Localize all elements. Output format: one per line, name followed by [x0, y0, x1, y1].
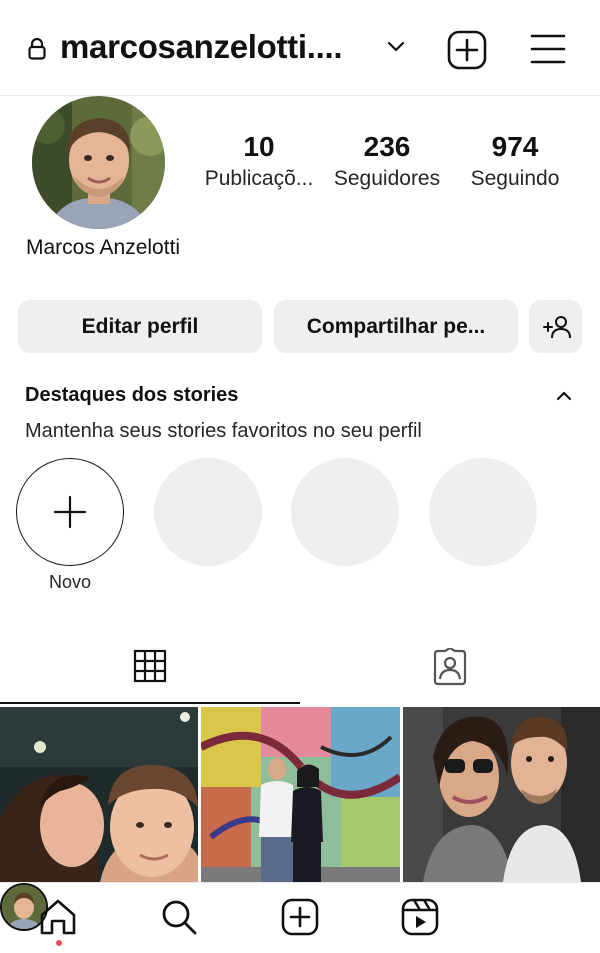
followers-label: Seguidores [333, 167, 441, 190]
posts-label: Publicaçõ... [204, 167, 314, 190]
tagged-icon [433, 648, 467, 686]
profile-avatar[interactable] [32, 96, 165, 229]
post-thumbnail[interactable] [403, 707, 600, 882]
nav-home[interactable] [36, 895, 80, 939]
bottom-navigation [0, 882, 600, 953]
followers-stat[interactable]: 236 Seguidores [322, 130, 452, 194]
nav-search[interactable] [157, 895, 201, 939]
highlight-placeholder [291, 458, 399, 566]
highlights-subtitle: Mantenha seus stories favoritos no seu p… [25, 420, 422, 442]
tab-posts-grid[interactable] [0, 630, 300, 704]
posts-stat: 10 Publicaçõ... [194, 130, 324, 194]
edit-profile-button[interactable]: Editar perfil [18, 300, 262, 353]
search-icon [162, 900, 197, 935]
followers-count: 236 [363, 131, 411, 162]
chevron-down-icon[interactable] [386, 40, 406, 54]
post-photo [403, 707, 600, 882]
nav-create[interactable] [278, 895, 322, 939]
create-icon [281, 898, 319, 936]
menu-icon[interactable] [530, 32, 566, 66]
following-stat[interactable]: 974 Seguindo [450, 130, 580, 194]
profile-photo [32, 96, 165, 229]
post-photo [201, 707, 400, 882]
chevron-up-icon[interactable] [555, 390, 573, 402]
post-thumbnail[interactable] [0, 707, 198, 882]
post-thumbnail[interactable] [201, 707, 400, 882]
reels-icon [401, 898, 439, 936]
nav-reels[interactable] [398, 895, 442, 939]
lock-icon [28, 38, 46, 60]
following-count: 974 [491, 131, 539, 162]
highlights-title: Destaques dos stories [25, 384, 239, 406]
highlight-placeholder [429, 458, 537, 566]
highlight-placeholder [154, 458, 262, 566]
add-person-icon [542, 315, 571, 338]
plus-icon [53, 495, 87, 529]
top-bar: marcosanzelotti.... [0, 0, 600, 96]
following-label: Seguindo [470, 167, 560, 190]
grid-icon [133, 649, 167, 683]
notification-dot [56, 940, 62, 946]
share-profile-button[interactable]: Compartilhar pe... [274, 300, 518, 353]
new-post-icon[interactable] [447, 30, 487, 70]
new-highlight-button[interactable] [16, 458, 124, 566]
new-highlight-label: Novo [48, 572, 92, 592]
tab-tagged[interactable] [300, 630, 600, 704]
username[interactable]: marcosanzelotti.... [60, 28, 343, 66]
full-name: Marcos Anzelotti [26, 236, 181, 259]
discover-people-button[interactable] [529, 300, 582, 353]
post-photo [0, 707, 198, 882]
home-icon [40, 899, 76, 935]
posts-count: 10 [243, 131, 275, 162]
